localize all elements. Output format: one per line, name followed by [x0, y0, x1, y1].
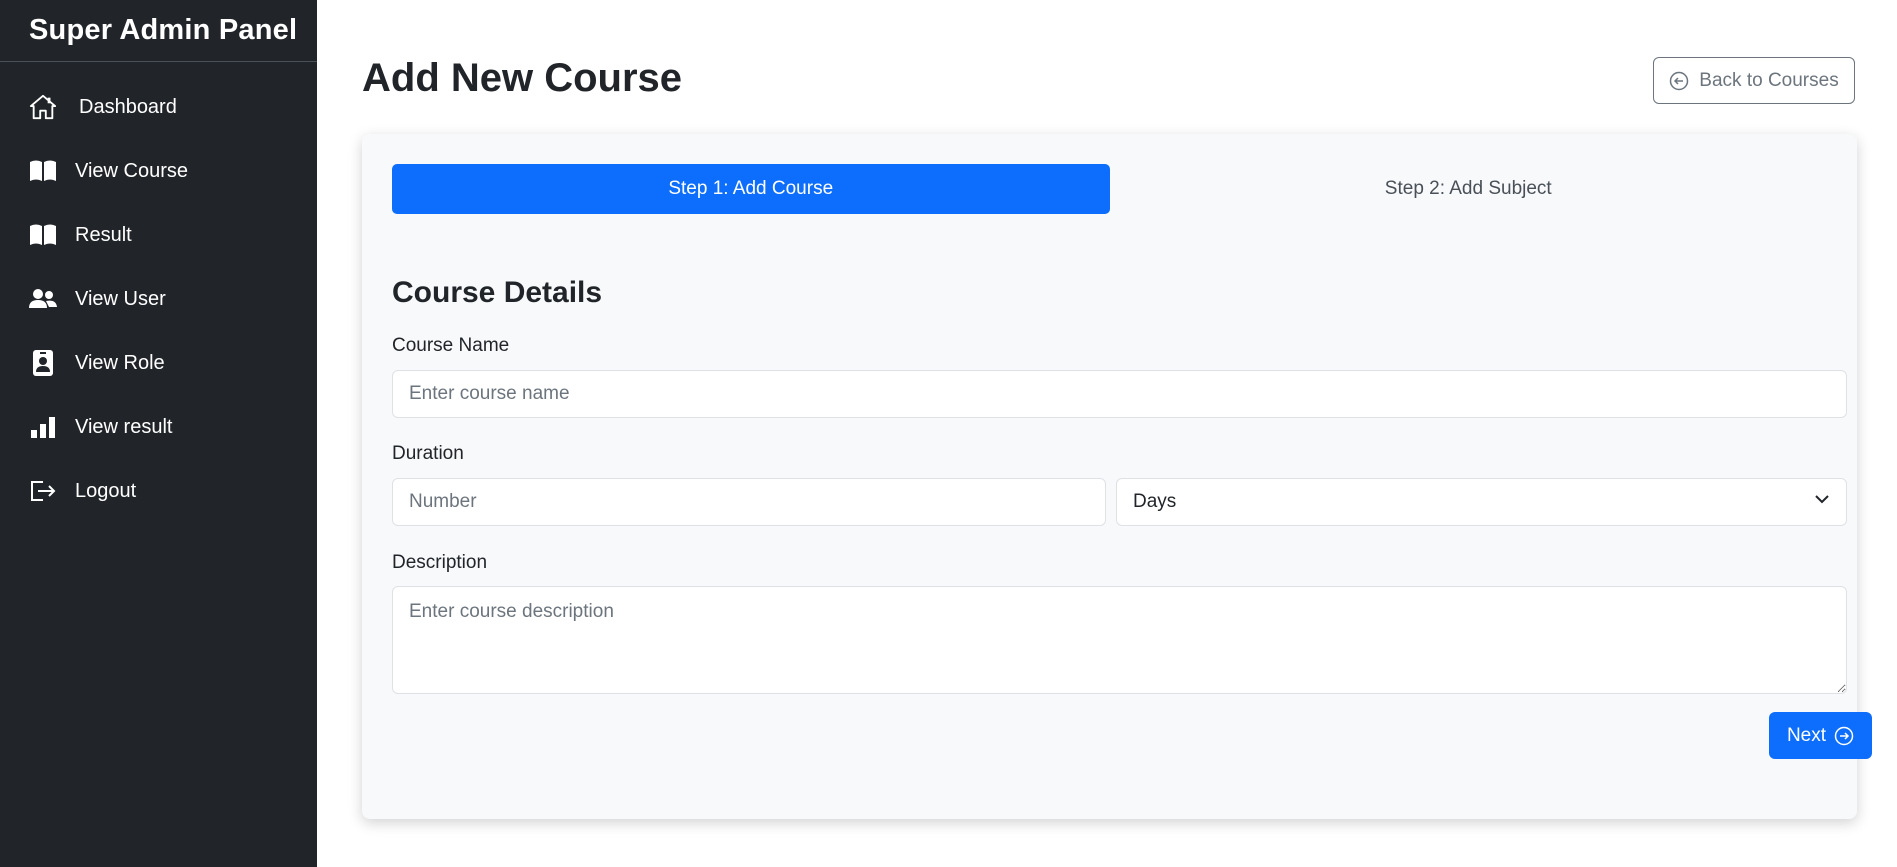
sidebar-item-label: View result [75, 415, 173, 438]
sidebar: Super Admin Panel Dashboard View Course … [0, 0, 317, 867]
users-icon [29, 285, 57, 313]
tab-step-1-add-course[interactable]: Step 1: Add Course [392, 164, 1110, 214]
book-icon [29, 221, 57, 249]
description-textarea[interactable] [392, 586, 1847, 694]
sidebar-item-view-role[interactable]: View Role [0, 338, 317, 388]
section-title: Course Details [392, 276, 603, 309]
sidebar-item-label: View Course [75, 159, 189, 182]
id-badge-icon [29, 349, 57, 377]
arrow-left-circle-icon [1669, 71, 1689, 91]
bar-chart-icon [29, 413, 57, 441]
next-button[interactable]: Next [1769, 712, 1872, 759]
course-name-label: Course Name [392, 335, 510, 356]
sidebar-item-label: Logout [75, 479, 137, 502]
sidebar-item-label: Dashboard [79, 95, 177, 118]
tab-step-2-add-subject[interactable]: Step 2: Add Subject [1110, 164, 1828, 214]
course-form-card: Step 1: Add Course Step 2: Add Subject C… [362, 134, 1872, 819]
duration-unit-select[interactable]: Days [1116, 478, 1847, 526]
step-tabs: Step 1: Add Course Step 2: Add Subject [392, 164, 1827, 214]
sidebar-header: Super Admin Panel [0, 0, 317, 62]
sidebar-item-view-course[interactable]: View Course [0, 146, 317, 196]
sidebar-item-view-user[interactable]: View User [0, 274, 317, 324]
logout-icon [29, 477, 57, 505]
duration-number-input[interactable] [392, 478, 1106, 526]
description-label: Description [392, 552, 488, 573]
duration-label: Duration [392, 443, 464, 464]
sidebar-item-label: View Role [75, 351, 165, 374]
course-name-input[interactable] [392, 370, 1847, 418]
sidebar-item-result[interactable]: Result [0, 210, 317, 260]
sidebar-item-label: View User [75, 287, 166, 310]
main-content: Add New Course Back to Courses Step 1: A… [317, 0, 1897, 867]
sidebar-item-dashboard[interactable]: Dashboard [0, 82, 317, 132]
next-button-label: Next [1786, 724, 1827, 746]
chevron-down-icon [1814, 491, 1830, 513]
book-icon [29, 157, 57, 185]
page-title: Add New Course [362, 56, 683, 100]
sidebar-item-label: Result [75, 223, 132, 246]
sidebar-item-view-result[interactable]: View result [0, 402, 317, 452]
home-icon [29, 93, 57, 121]
back-to-courses-button[interactable]: Back to Courses [1653, 57, 1855, 104]
back-button-label: Back to Courses [1699, 69, 1839, 91]
sidebar-title: Super Admin Panel [29, 14, 298, 46]
duration-unit-value: Days [1133, 491, 1177, 512]
sidebar-item-logout[interactable]: Logout [0, 466, 317, 516]
arrow-right-circle-icon [1834, 726, 1854, 746]
